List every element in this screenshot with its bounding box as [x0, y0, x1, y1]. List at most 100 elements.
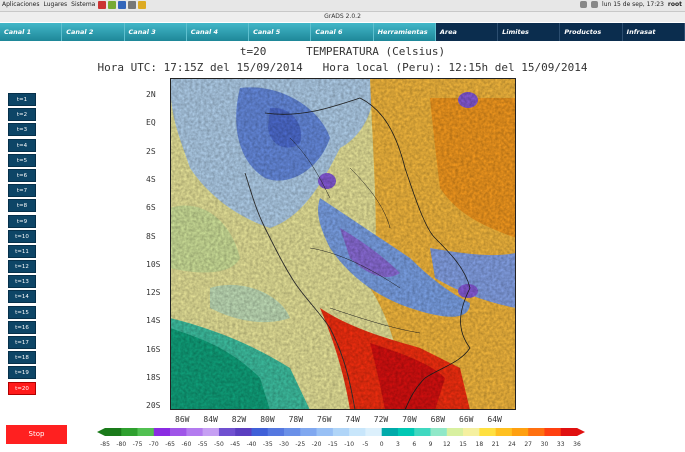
time-button-11[interactable]: t=11 [8, 244, 36, 258]
menu-lugares[interactable]: Lugares [43, 1, 67, 8]
tab-canal-1[interactable]: Canal 1 [0, 23, 63, 41]
menu-sistema[interactable]: Sistema [71, 1, 95, 8]
colorbar-segment [300, 428, 317, 436]
tab-area[interactable]: Area [435, 23, 499, 41]
colorbar-label: 15 [459, 441, 467, 448]
tab-canal-6[interactable]: Canal 6 [311, 23, 374, 41]
launcher-icon[interactable] [108, 1, 116, 9]
time-button-8[interactable]: t=8 [8, 199, 36, 213]
network-icon[interactable] [580, 1, 588, 8]
launcher-icon[interactable] [98, 1, 106, 9]
colorbar-label: -30 [279, 441, 289, 448]
colorbar-label: -15 [328, 441, 338, 448]
colorbar-segment [105, 428, 122, 436]
lat-label: 20S [146, 401, 161, 411]
colorbar-label: -50 [214, 441, 224, 448]
colorbar-label: -10 [344, 441, 354, 448]
colorbar-segment [463, 428, 480, 436]
colorbar-segment [121, 428, 138, 436]
colorbar-segment [446, 428, 464, 436]
lat-label: 18S [146, 373, 161, 382]
colorbar-segment [284, 428, 301, 436]
time-button-17[interactable]: t=17 [8, 336, 36, 349]
colorbar-label: 30 [541, 441, 549, 448]
time-button-5[interactable]: t=5 [8, 153, 36, 167]
colorbar-label: 33 [557, 441, 565, 448]
tab-canal-2[interactable]: Canal 2 [62, 23, 125, 41]
launcher-icon[interactable] [118, 1, 126, 9]
colorbar-segment [332, 428, 350, 436]
system-tray: lun 15 de sep, 17:23 root [580, 1, 682, 8]
tab-canal-5[interactable]: Canal 5 [249, 23, 312, 41]
time-button-4[interactable]: t=4 [8, 138, 36, 152]
lat-label: 2N [146, 90, 156, 99]
time-button-12[interactable]: t=12 [8, 260, 36, 274]
colorbar-segment [218, 428, 236, 436]
colorbar-segment [381, 428, 399, 436]
lon-label: 70W [402, 415, 417, 424]
lon-label: 86W [175, 415, 190, 424]
launcher-icons [98, 1, 146, 9]
speckle-texture [170, 78, 516, 410]
plot-subtitle: Hora UTC: 17:15Z del 15/09/2014 Hora loc… [97, 61, 588, 74]
colorbar-label: -35 [263, 441, 273, 448]
tab-limites[interactable]: Limites [498, 23, 561, 41]
time-button-16[interactable]: t=16 [8, 320, 36, 334]
plot-title: t=20 TEMPERATURA (Celsius) [239, 45, 446, 58]
time-button-13[interactable]: t=13 [8, 275, 36, 289]
time-button-15[interactable]: t=15 [8, 305, 36, 319]
tab-herramientas[interactable]: Herramientas [373, 23, 436, 41]
colorbar-segment [365, 428, 382, 436]
lat-label: 6S [146, 203, 156, 213]
time-button-7[interactable]: t=7 [8, 184, 36, 198]
volume-icon[interactable] [591, 1, 599, 8]
time-step-buttons: t=1 t=2 t=3 t=4 t=5 t=6 t=7 t=8 t=9 t=10 t=11 t=12 t… [8, 93, 36, 397]
clock[interactable]: lun 15 de sep, 17:23 [602, 1, 664, 8]
time-button-18[interactable]: t=18 [8, 351, 36, 365]
colorbar-label: 12 [443, 441, 451, 448]
colorbar-segment [528, 428, 545, 436]
time-button-6[interactable]: t=6 [8, 168, 36, 182]
user-name[interactable]: root [668, 1, 682, 8]
colorbar-label: -20 [312, 441, 322, 448]
colorbar-segment [495, 428, 513, 436]
system-menu: Aplicaciones Lugares Sistema [2, 1, 95, 8]
time-button-14[interactable]: t=14 [8, 290, 36, 304]
temperature-map [170, 78, 516, 410]
stop-button[interactable]: Stop [6, 425, 67, 444]
colorbar-label: 6 [412, 441, 416, 448]
time-button-1[interactable]: t=1 [8, 93, 36, 106]
launcher-icon[interactable] [128, 1, 136, 9]
colorbar-label: -65 [165, 441, 175, 448]
tab-canal-4[interactable]: Canal 4 [186, 23, 250, 41]
menu-aplicaciones[interactable]: Aplicaciones [2, 1, 39, 8]
channel-tabs: Canal 1 Canal 2 Canal 3 Canal 4 Canal 5 … [0, 23, 685, 41]
colorbar-arrow-left [97, 428, 105, 436]
lon-label: 76W [317, 415, 332, 424]
lat-label: 12S [146, 288, 161, 298]
time-button-9[interactable]: t=9 [8, 214, 36, 228]
colorbar-segment [202, 428, 220, 436]
colorbar-label: -70 [149, 441, 159, 448]
colorbar-label: 27 [524, 441, 532, 448]
tab-canal-3[interactable]: Canal 3 [124, 23, 187, 41]
colorbar-segment [397, 428, 415, 436]
colorbar-label: 18 [476, 441, 484, 448]
colorbar-label: -40 [247, 441, 257, 448]
colorbar-label: -60 [181, 441, 191, 448]
colorbar-segment [235, 428, 252, 436]
tab-infrasat[interactable]: Infrasat [622, 23, 685, 41]
colorbar-segment [430, 428, 448, 436]
time-button-10[interactable]: t=10 [8, 229, 36, 243]
lon-label: 68W [430, 415, 446, 424]
colorbar-segment [349, 428, 366, 436]
colorbar-segment [414, 428, 431, 436]
launcher-icon[interactable] [138, 1, 146, 9]
tab-productos[interactable]: Productos [560, 23, 623, 41]
colorbar-segment [186, 428, 203, 436]
colorbar-label: -45 [230, 441, 240, 448]
time-button-2[interactable]: t=2 [8, 108, 36, 122]
time-button-3[interactable]: t=3 [8, 123, 36, 137]
time-button-19[interactable]: t=19 [8, 366, 36, 380]
time-button-20[interactable]: t=20 [8, 381, 36, 395]
